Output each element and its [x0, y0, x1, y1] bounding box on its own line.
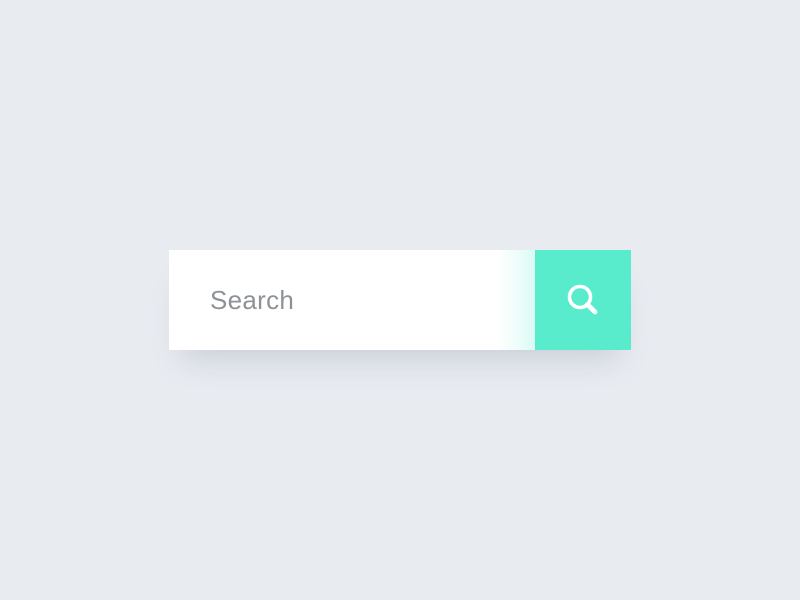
search-button[interactable]: [535, 250, 631, 350]
search-icon: [567, 284, 598, 315]
search-input[interactable]: [210, 280, 510, 320]
page-background: [0, 0, 800, 600]
search-bar: [169, 250, 631, 350]
search-field-container[interactable]: [169, 250, 535, 350]
